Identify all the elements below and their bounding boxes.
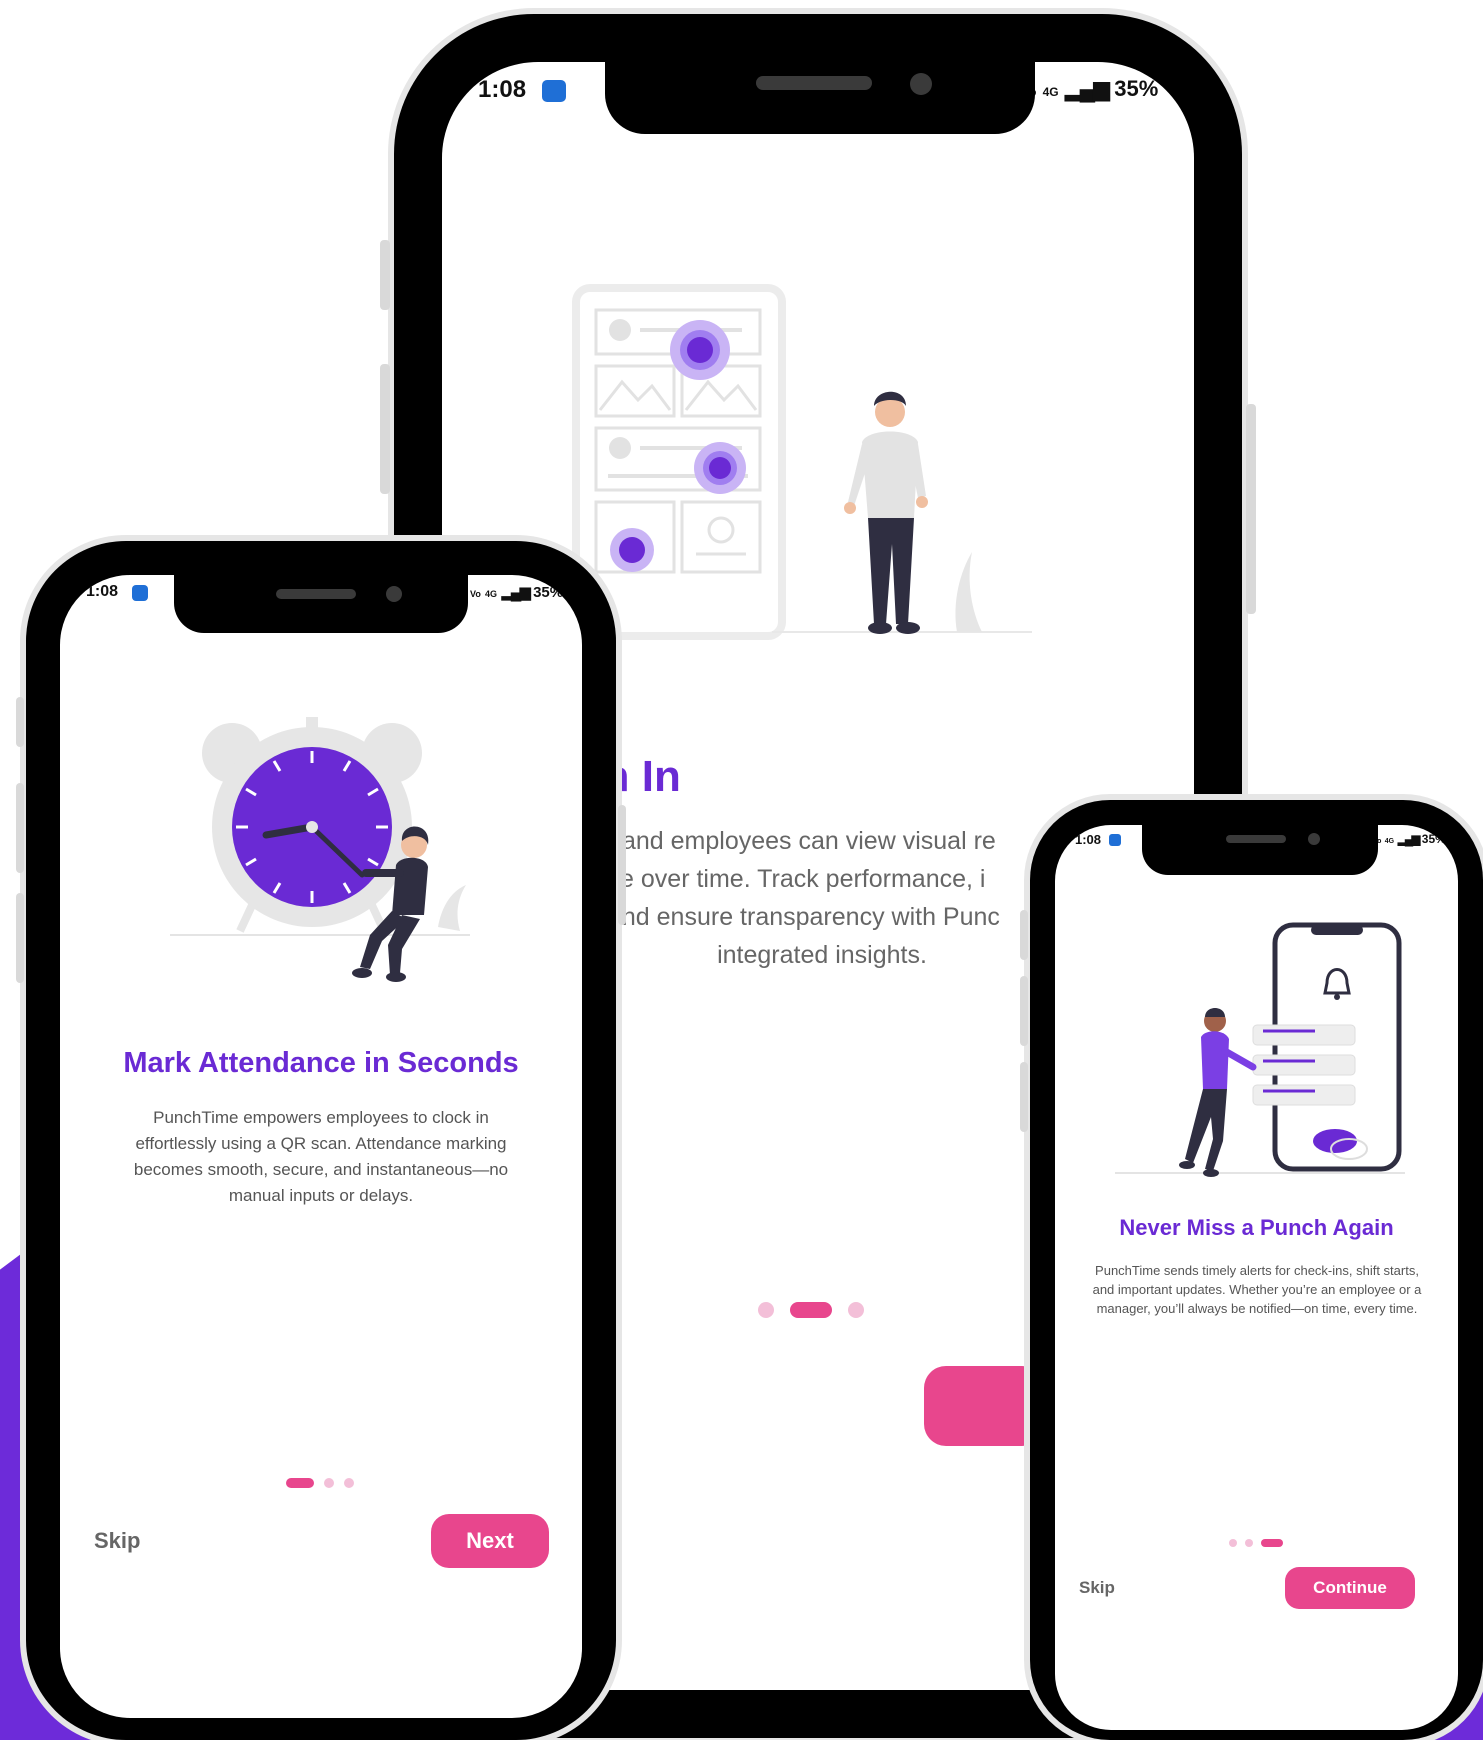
screen-title: Never Miss a Punch Again	[1119, 1215, 1394, 1240]
page-dot[interactable]	[1229, 1539, 1237, 1547]
phone-notch	[174, 575, 468, 633]
side-button	[16, 893, 24, 983]
status-right: Vo 4G ▂▄▆ 35%	[1373, 832, 1446, 846]
status-right: Vo 4G ▂▄▆ 35%	[470, 583, 563, 601]
status-right: Vo 4G ▂▄▆ 35%	[1022, 76, 1158, 102]
camera	[910, 73, 932, 95]
phone-notch	[605, 62, 1035, 134]
speaker	[1226, 835, 1286, 843]
page-dot[interactable]	[324, 1478, 334, 1488]
side-button	[380, 240, 390, 310]
notification-cards	[1252, 1024, 1356, 1106]
page-dot-active[interactable]	[790, 1302, 832, 1318]
volte-icon: Vo	[470, 589, 481, 599]
analytics-man-illustration	[572, 284, 1032, 640]
battery-text: 35%	[1114, 76, 1159, 101]
page-dot[interactable]	[848, 1302, 864, 1318]
screen-title: Mark Attendance in Seconds	[123, 1047, 519, 1079]
phone-mockup-right: 1:08 Vo 4G ▂▄▆ 35%	[1020, 800, 1483, 1740]
speaker	[276, 589, 356, 599]
battery-text: 35%	[1421, 832, 1446, 846]
side-button	[1020, 976, 1028, 1046]
chat-bubble-icon	[1313, 1129, 1357, 1153]
page-indicator	[758, 1302, 864, 1318]
signal-type: 4G	[485, 589, 498, 599]
next-button[interactable]: Next	[431, 1514, 549, 1568]
phone-notch	[1142, 825, 1378, 875]
continue-button[interactable]: Continue	[1285, 1567, 1415, 1609]
page-dot-active[interactable]	[1261, 1539, 1283, 1547]
screen-description: PunchTime sends timely alerts for check-…	[1092, 1263, 1422, 1316]
side-button	[1246, 404, 1256, 614]
skip-button[interactable]: Skip	[94, 1528, 140, 1554]
notification-phone-illustration	[1115, 922, 1405, 1177]
signal-type: 4G	[1042, 85, 1059, 99]
status-time: 1:08	[1075, 832, 1102, 847]
app-notification-icon	[542, 80, 566, 102]
page-dot[interactable]	[344, 1478, 354, 1488]
speaker	[756, 76, 872, 90]
side-button	[618, 805, 626, 925]
skip-button[interactable]: Skip	[1079, 1578, 1115, 1598]
camera	[1308, 833, 1320, 845]
camera	[386, 586, 402, 602]
page-dot[interactable]	[1245, 1539, 1253, 1547]
signal-icon: ▂▄▆	[501, 584, 531, 601]
signal-icon: ▂▄▆	[1064, 76, 1110, 101]
battery-text: 35%	[533, 584, 564, 601]
status-time: 1:08	[478, 76, 527, 103]
onboarding-screen-1: 1:08 Vo 4G ▂▄▆ 35% Mark Attendance in Se…	[60, 575, 582, 1718]
page-indicator	[1229, 1539, 1283, 1547]
phone-mockup-left: 1:08 Vo 4G ▂▄▆ 35% Mark Attendance in Se…	[16, 541, 626, 1740]
app-notification-icon	[1109, 834, 1121, 846]
side-button	[380, 364, 390, 494]
side-button	[1020, 1062, 1028, 1132]
side-button	[1020, 910, 1028, 960]
side-button	[16, 783, 24, 873]
app-notification-icon	[132, 585, 148, 601]
side-button	[16, 697, 24, 747]
onboarding-screen-3: 1:08 Vo 4G ▂▄▆ 35%	[1055, 825, 1458, 1730]
signal-type: 4G	[1384, 838, 1395, 845]
alarm-clock-woman-illustration	[170, 717, 470, 982]
man-figure	[844, 391, 982, 634]
next-button[interactable]	[924, 1366, 1044, 1446]
page-dot-active[interactable]	[286, 1478, 314, 1488]
signal-icon: ▂▄▆	[1397, 832, 1420, 846]
man-figure	[1179, 1008, 1257, 1177]
screen-description: PunchTime empowers employees to clock in…	[133, 1108, 509, 1205]
status-time: 1:08	[86, 583, 119, 600]
page-dot[interactable]	[758, 1302, 774, 1318]
page-indicator	[286, 1478, 354, 1488]
